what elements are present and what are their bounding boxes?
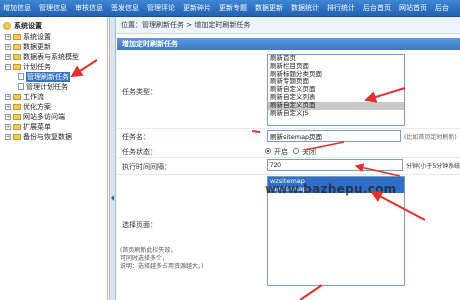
status-off-label: 关闭	[302, 148, 316, 156]
sidebar-item-manage-scheduled-tasks[interactable]: 管理计划任务	[18, 82, 68, 91]
nav-site-home[interactable]: 网站首页	[399, 0, 427, 17]
panel-title: 增加定时刷新任务	[117, 38, 460, 50]
page-icon	[18, 73, 24, 80]
task-status-label: 任务状态：	[122, 148, 157, 156]
nav-admin-home[interactable]: 后台首页	[363, 0, 391, 17]
sidebar-item-backup-restore[interactable]: + 备份与恢复数据	[5, 132, 72, 141]
expand-plus-icon[interactable]: +	[5, 113, 11, 120]
page-note-line3: 说明：选择越多占用资源越大。)	[120, 263, 204, 270]
top-nav-bar: 增加信息 管理信息 审核信息 签发信息 管理评论 更新碎片 更新专题 数据更新 …	[0, 0, 460, 17]
nav-review-info[interactable]: 审核信息	[75, 0, 103, 17]
expand-plus-icon[interactable]: +	[5, 93, 11, 100]
sidebar-item-workflow[interactable]: + 工作流	[5, 92, 44, 101]
folder-icon	[13, 33, 21, 40]
folder-icon	[13, 43, 21, 50]
sidebar-item-manage-refresh-tasks[interactable]: 管理刷新任务	[18, 71, 70, 82]
task-name-input[interactable]	[267, 130, 401, 142]
nav-manage-info[interactable]: 管理信息	[39, 0, 67, 17]
folder-icon	[13, 133, 21, 140]
expand-plus-icon[interactable]: +	[5, 123, 11, 130]
sidebar-item-tables-models[interactable]: + 数据表与系统模型	[5, 52, 79, 61]
sidebar-item-label: 网站多访问端	[23, 112, 65, 121]
row-divider	[117, 128, 460, 129]
folder-icon	[13, 123, 21, 130]
expand-plus-icon[interactable]: +	[5, 43, 11, 50]
settings-gear-icon	[3, 21, 11, 30]
task-type-option[interactable]: 刷新自定义JS	[268, 109, 404, 118]
folder-icon	[13, 93, 21, 100]
main-content: 位置：管理刷新任务 > 增加定时刷新任务 增加定时刷新任务 任务类型： 刷新首页…	[117, 17, 460, 300]
sidebar-item-optimization[interactable]: + 优化方案	[5, 102, 51, 111]
folder-icon	[13, 53, 21, 60]
nav-manage-comments[interactable]: 管理评论	[147, 0, 175, 17]
sidebar-item-label: 数据更新	[23, 42, 51, 51]
interval-unit-hint: 分钟(小于5分钟系统)	[406, 163, 460, 170]
status-on-label: 开启	[274, 148, 288, 156]
select-page-label: 选择页面：	[122, 221, 157, 229]
sidebar-item-system-settings[interactable]: + 系统设置	[5, 32, 51, 41]
nav-data-stats[interactable]: 数据统计	[291, 0, 319, 17]
expand-plus-icon[interactable]: +	[5, 53, 11, 60]
folder-icon	[13, 103, 21, 110]
sidebar-item-scheduled-tasks[interactable]: − 计划任务	[5, 62, 51, 71]
sidebar-item-multi-access[interactable]: + 网站多访问端	[5, 112, 65, 121]
breadcrumb: 位置：管理刷新任务 > 增加定时刷新任务	[117, 17, 460, 34]
nav-sign-info[interactable]: 签发信息	[111, 0, 139, 17]
collapse-minus-icon[interactable]: −	[5, 63, 11, 70]
interval-label: 执行时间间隔：	[122, 163, 171, 171]
tree-root[interactable]: 系统设置	[3, 21, 42, 30]
sidebar-item-label: 优化方案	[23, 102, 51, 111]
task-name-hint: (比如首页定时刷新)	[404, 134, 457, 141]
expand-plus-icon[interactable]: +	[5, 133, 11, 140]
sidebar-item-extend-menu[interactable]: + 扩展菜单	[5, 122, 51, 131]
sidebar-item-label: 备份与恢复数据	[23, 132, 72, 141]
sidebar-splitter[interactable]	[109, 17, 116, 300]
sidebar-tree: 系统设置 + 系统设置 + 数据更新 + 数据表与系统模型 − 计划任务 管理刷…	[0, 17, 108, 300]
sidebar-item-label: 管理刷新任务	[26, 71, 70, 82]
interval-input[interactable]	[267, 159, 403, 171]
task-type-label: 任务类型：	[122, 88, 157, 96]
sidebar-item-label: 数据表与系统模型	[23, 52, 79, 61]
nav-add-info[interactable]: 增加信息	[3, 0, 31, 17]
site-watermark: www.bazhepu.com	[265, 182, 397, 196]
sidebar-item-label: 扩展菜单	[23, 122, 51, 131]
nav-update-topics[interactable]: 更新专题	[219, 0, 247, 17]
nav-admin-more[interactable]: 后台	[435, 0, 449, 17]
tree-root-label: 系统设置	[14, 21, 42, 30]
expand-plus-icon[interactable]: +	[5, 33, 11, 40]
task-name-label: 任务名：	[122, 133, 150, 141]
expand-plus-icon[interactable]: +	[5, 103, 11, 110]
row-divider	[117, 174, 460, 175]
sidebar-item-label: 计划任务	[23, 62, 51, 71]
folder-icon	[13, 113, 21, 120]
status-off-radio[interactable]	[293, 148, 299, 154]
page-icon	[18, 83, 24, 90]
collapse-arrow-icon[interactable]	[111, 195, 114, 201]
task-type-listbox[interactable]: 刷新首页 刷新栏目页面 刷新标题分类页面 刷新专题页面 刷新自定义页面 刷新自定…	[267, 54, 405, 126]
nav-update-fragments[interactable]: 更新碎片	[183, 0, 211, 17]
sidebar-item-label: 工作流	[23, 92, 44, 101]
nav-data-update[interactable]: 数据更新	[255, 0, 283, 17]
sidebar-item-label: 管理计划任务	[26, 82, 68, 91]
sidebar-item-data-update[interactable]: + 数据更新	[5, 42, 51, 51]
row-divider	[117, 157, 460, 158]
open-folder-icon	[13, 63, 21, 70]
nav-rank-stats[interactable]: 排行统计	[327, 0, 355, 17]
status-on-radio[interactable]	[265, 148, 271, 154]
sidebar-item-label: 系统设置	[23, 32, 51, 41]
